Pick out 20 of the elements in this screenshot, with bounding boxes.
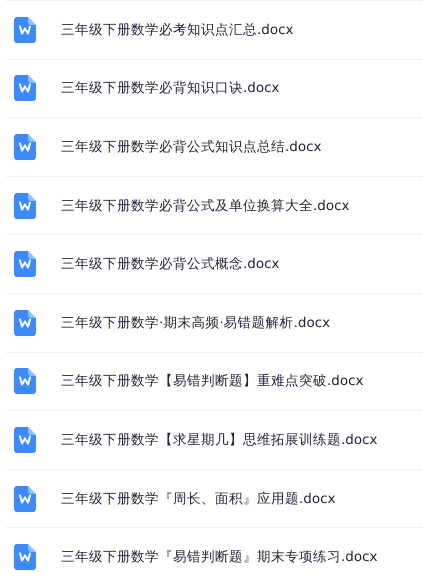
file-name[interactable]: 三年级下册数学『易错判断题』期末专项练习.docx [61, 548, 378, 566]
document-icon [14, 75, 36, 102]
file-name[interactable]: 三年级下册数学必背公式概念.docx [61, 255, 280, 274]
file-name[interactable]: 三年级下册数学必考知识点汇总.docx [61, 20, 294, 39]
document-icon [14, 310, 36, 336]
file-name[interactable]: 三年级下册数学【易错判断题】重难点突破.docx [61, 372, 364, 390]
file-name[interactable]: 三年级下册数学·期末高频·易错题解析.docx [61, 314, 330, 332]
document-icon [14, 368, 36, 394]
document-icon [14, 426, 36, 453]
file-name[interactable]: 三年级下册数学必背公式知识点总结.docx [61, 138, 322, 156]
document-icon [14, 16, 36, 43]
document-icon [14, 544, 36, 570]
file-name[interactable]: 三年级下册数学必背公式及单位换算大全.docx [61, 196, 350, 215]
file-name[interactable]: 三年级下册数学【求星期几】思维拓展训练题.docx [61, 430, 378, 449]
document-icon [14, 192, 36, 219]
file-name[interactable]: 三年级下册数学『周长、面积』应用题.docx [61, 490, 336, 508]
document-icon [14, 251, 36, 278]
file-name[interactable]: 三年级下册数学必背知识口诀.docx [61, 79, 280, 98]
document-icon [14, 134, 36, 160]
document-icon [14, 486, 36, 512]
